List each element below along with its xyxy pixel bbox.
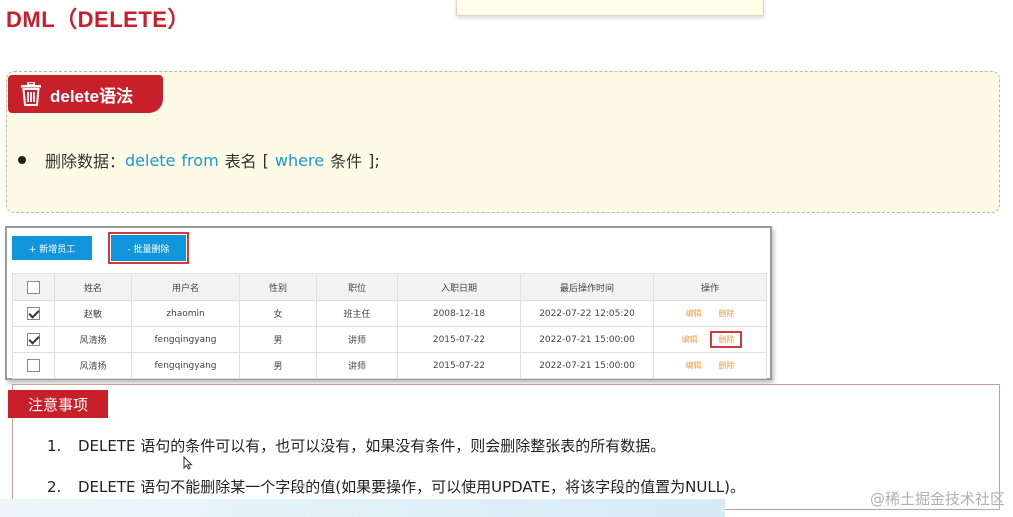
cell-name: 赵敏 [54,300,132,327]
note-item: 2. DELETE 语句不能删除某一个字段的值(如果要操作，可以使用UPDATE，… [47,476,745,497]
cell-name: 风清扬 [54,352,132,379]
cell-gender: 男 [239,352,317,379]
add-employee-button[interactable]: + 新增员工 [12,236,92,260]
page-title: DML（DELETE） [6,7,190,32]
note-text: DELETE 语句的条件可以有，也可以没有，如果没有条件，则会删除整张表的所有数… [78,437,666,455]
edit-link[interactable]: 编辑 [682,335,698,344]
cell-username: fengqingyang [131,326,240,353]
trash-icon [21,82,41,106]
cell-username: zhaomin [131,300,240,327]
cell-gender: 女 [239,300,317,327]
video-progress-strip [0,499,725,517]
cell-last-op: 2022-07-22 12:05:20 [520,300,654,327]
table-row: 风清扬 fengqingyang 男 讲师 2015-07-22 2022-07… [12,326,767,353]
select-all-checkbox[interactable] [27,280,40,294]
cell-last-op: 2022-07-21 15:00:00 [520,326,654,353]
syntax-statement: 删除数据： delete from 表名 [ where 条件 ]; [18,148,380,172]
cell-actions: 编辑 删除 [653,326,767,353]
notes-tag: 注意事项 [8,390,108,418]
cell-entry-date: 2015-07-22 [397,326,521,353]
watermark: @稀土掘金技术社区 [869,490,1005,508]
row-select-cell[interactable] [12,352,55,379]
bracket-open: [ [262,150,269,170]
cell-position: 讲师 [316,326,398,353]
delete-link[interactable]: 删除 [718,361,734,370]
cell-last-op: 2022-07-21 15:00:00 [520,352,654,379]
column-header: 性别 [239,273,317,301]
cell-position: 班主任 [316,300,398,327]
select-all-cell[interactable] [12,273,55,301]
note-item: 1. DELETE 语句的条件可以有，也可以没有，如果没有条件，则会删除整张表的所… [47,435,665,456]
keyword-where: where [274,150,325,170]
keyword-delete: delete [125,150,176,170]
delete-link-highlighted[interactable]: 删除 [710,331,743,348]
cell-gender: 男 [239,326,317,353]
mouse-cursor-icon [183,456,193,470]
table-header-row: 姓名 用户名 性别 职位 入职日期 最后操作时间 操作 [12,273,767,301]
bracket-close: ]; [368,150,380,170]
employee-table: 姓名 用户名 性别 职位 入职日期 最后操作时间 操作 赵敏 zhaomin 女… [12,273,767,379]
column-header: 操作 [653,273,767,301]
cell-actions: 编辑 删除 [653,300,767,327]
bullet-icon [18,156,26,164]
row-checkbox[interactable] [27,307,40,320]
row-select-cell[interactable] [12,326,55,353]
cell-entry-date: 2008-12-18 [397,300,521,327]
row-select-cell[interactable] [12,300,55,327]
cell-entry-date: 2015-07-22 [397,352,521,379]
edit-link[interactable]: 编辑 [686,309,702,318]
cell-actions: 编辑 删除 [653,352,767,379]
syntax-tag: delete语法 [8,75,163,113]
syntax-tag-label: delete语法 [50,86,134,106]
batch-delete-button[interactable]: - 批量删除 [108,232,189,264]
column-header: 职位 [316,273,398,301]
table-row: 赵敏 zhaomin 女 班主任 2008-12-18 2022-07-22 1… [12,300,767,327]
note-text: DELETE 语句不能删除某一个字段的值(如果要操作，可以使用UPDATE，将该… [78,478,745,496]
employee-table-panel: + 新增员工 - 批量删除 姓名 用户名 性别 职位 入职日期 最后操作时间 操… [5,226,772,380]
column-header: 最后操作时间 [520,273,654,301]
column-header: 入职日期 [397,273,521,301]
cell-name: 风清扬 [54,326,132,353]
top-note-card [456,0,764,16]
keyword-from: from [181,150,219,170]
note-number: 2. [47,478,62,496]
cell-position: 讲师 [316,352,398,379]
delete-link[interactable]: 删除 [718,309,734,318]
table-name-placeholder: 表名 [224,152,257,171]
edit-link[interactable]: 编辑 [686,361,702,370]
cell-username: fengqingyang [131,352,240,379]
row-checkbox[interactable] [27,333,40,346]
column-header: 用户名 [131,273,240,301]
row-checkbox[interactable] [27,359,40,372]
condition-placeholder: 条件 [330,152,363,171]
column-header: 姓名 [54,273,132,301]
table-row: 风清扬 fengqingyang 男 讲师 2015-07-22 2022-07… [12,352,767,379]
syntax-prefix: 删除数据： [45,152,126,171]
note-number: 1. [47,437,62,455]
